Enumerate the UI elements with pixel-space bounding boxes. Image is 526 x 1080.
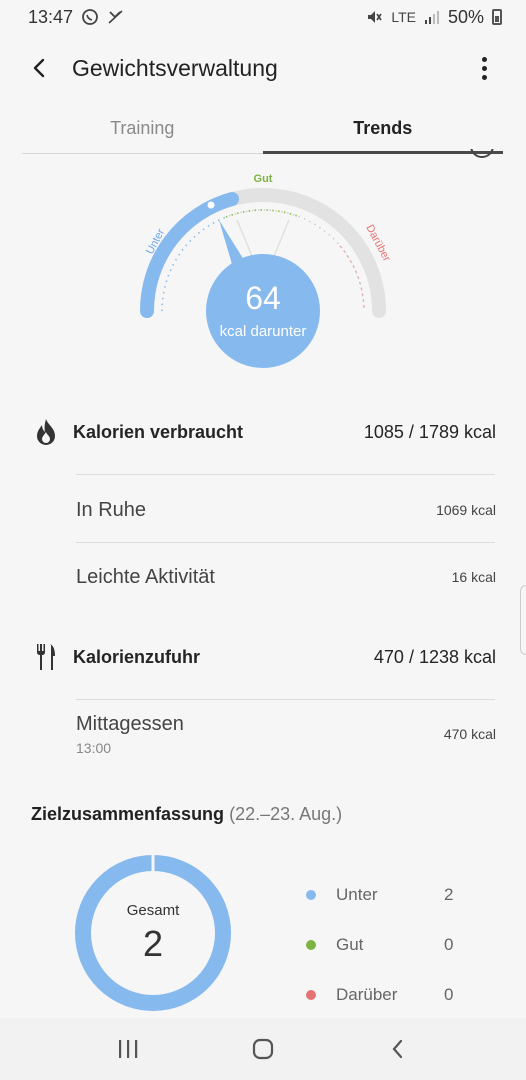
gauge-label-good: Gut [254, 173, 273, 185]
goal-legend: Unter 2 Gut 0 Darüber 0 [304, 870, 464, 1020]
divider [76, 542, 495, 543]
calories-burned-value: 1085 / 1789 kcal [363, 421, 496, 442]
goal-summary-title: Zielzusammenfassung (22.–23. Aug.) [31, 804, 342, 825]
tab-trends[interactable]: Trends [262, 108, 504, 154]
system-nav-bar [0, 1018, 526, 1080]
arrow-back-icon [33, 58, 45, 78]
tab-bar: Training Trends [22, 108, 503, 154]
calorie-intake-title: Kalorienzufuhr [73, 646, 201, 667]
edge-panel-handle[interactable] [520, 585, 526, 655]
list-item-rest[interactable]: In Ruhe 1069 kcal [76, 492, 496, 528]
gauge-value: 64 [245, 280, 281, 316]
back-button[interactable] [12, 40, 68, 96]
legend-item-over: Darüber 0 [304, 970, 464, 1020]
battery-percent: 50% [447, 6, 484, 27]
legend-label: Gut [336, 935, 364, 954]
list-item-value: 1069 kcal [436, 502, 496, 518]
donut-total-label: Gesamt [126, 902, 180, 919]
recents-icon [118, 1040, 137, 1058]
legend-item-under: Unter 2 [304, 870, 464, 920]
gauge-marker [207, 201, 215, 209]
calorie-intake-header: Kalorienzufuhr 470 / 1238 kcal [30, 639, 496, 675]
more-options-button[interactable] [464, 40, 504, 96]
list-item-lunch[interactable]: Mittagessen 13:00 470 kcal [76, 709, 496, 759]
system-back-button[interactable] [368, 1024, 428, 1074]
gauge-center-circle: 64 kcal darunter [206, 254, 320, 368]
divider [76, 474, 495, 475]
network-type: LTE [391, 9, 416, 25]
mute-icon [368, 11, 382, 23]
calories-burned-title: Kalorien verbraucht [73, 421, 244, 442]
legend-dot-icon [306, 940, 316, 950]
legend-dot-icon [306, 890, 316, 900]
missed-call-icon [108, 10, 123, 24]
legend-count: 2 [444, 885, 454, 904]
legend-item-good: Gut 0 [304, 920, 464, 970]
legend-label: Unter [336, 885, 378, 904]
more-vert-icon [481, 56, 487, 62]
donut-total-value: 2 [142, 923, 164, 964]
status-bar: 13:47 LTE 50% [0, 0, 526, 34]
list-item-label: Leichte Aktivität [76, 565, 215, 588]
list-item-light-activity[interactable]: Leichte Aktivität 16 kcal [76, 559, 496, 595]
goal-summary-range: (22.–23. Aug.) [229, 804, 343, 824]
home-button[interactable] [233, 1024, 293, 1074]
list-item-value: 16 kcal [451, 569, 496, 585]
meal-label: Mittagessen [76, 712, 184, 735]
legend-label: Darüber [336, 985, 398, 1004]
flame-icon [30, 416, 62, 448]
home-icon [252, 1038, 274, 1060]
recents-button[interactable] [98, 1024, 158, 1074]
tab-training[interactable]: Training [22, 108, 263, 153]
legend-count: 0 [444, 935, 454, 954]
divider [76, 699, 495, 700]
meal-value: 470 kcal [443, 726, 496, 742]
battery-icon [492, 9, 502, 25]
app-bar: Gewichtsverwaltung [0, 40, 526, 96]
goal-donut-chart[interactable]: Gesamt 2 [74, 854, 232, 1012]
calorie-intake-value: 470 / 1238 kcal [373, 646, 496, 667]
meal-time: 13:00 [76, 739, 112, 756]
gauge-label: kcal darunter [219, 323, 307, 340]
calories-burned-header: Kalorien verbraucht 1085 / 1789 kcal [30, 414, 496, 450]
legend-dot-icon [306, 990, 316, 1000]
legend-count: 0 [444, 985, 454, 1004]
signal-icon [424, 11, 439, 24]
status-time: 13:47 [28, 6, 74, 27]
fork-knife-icon [30, 641, 62, 673]
calorie-gauge: Unter Gut Darüber 64 kcal darunter [0, 150, 526, 380]
gauge-ticks-good [225, 209, 301, 218]
list-item-label: In Ruhe [76, 498, 147, 521]
back-icon [392, 1039, 403, 1059]
page-title: Gewichtsverwaltung [72, 54, 278, 81]
whatsapp-icon [82, 9, 98, 25]
goal-summary-label: Zielzusammenfassung [31, 804, 225, 824]
